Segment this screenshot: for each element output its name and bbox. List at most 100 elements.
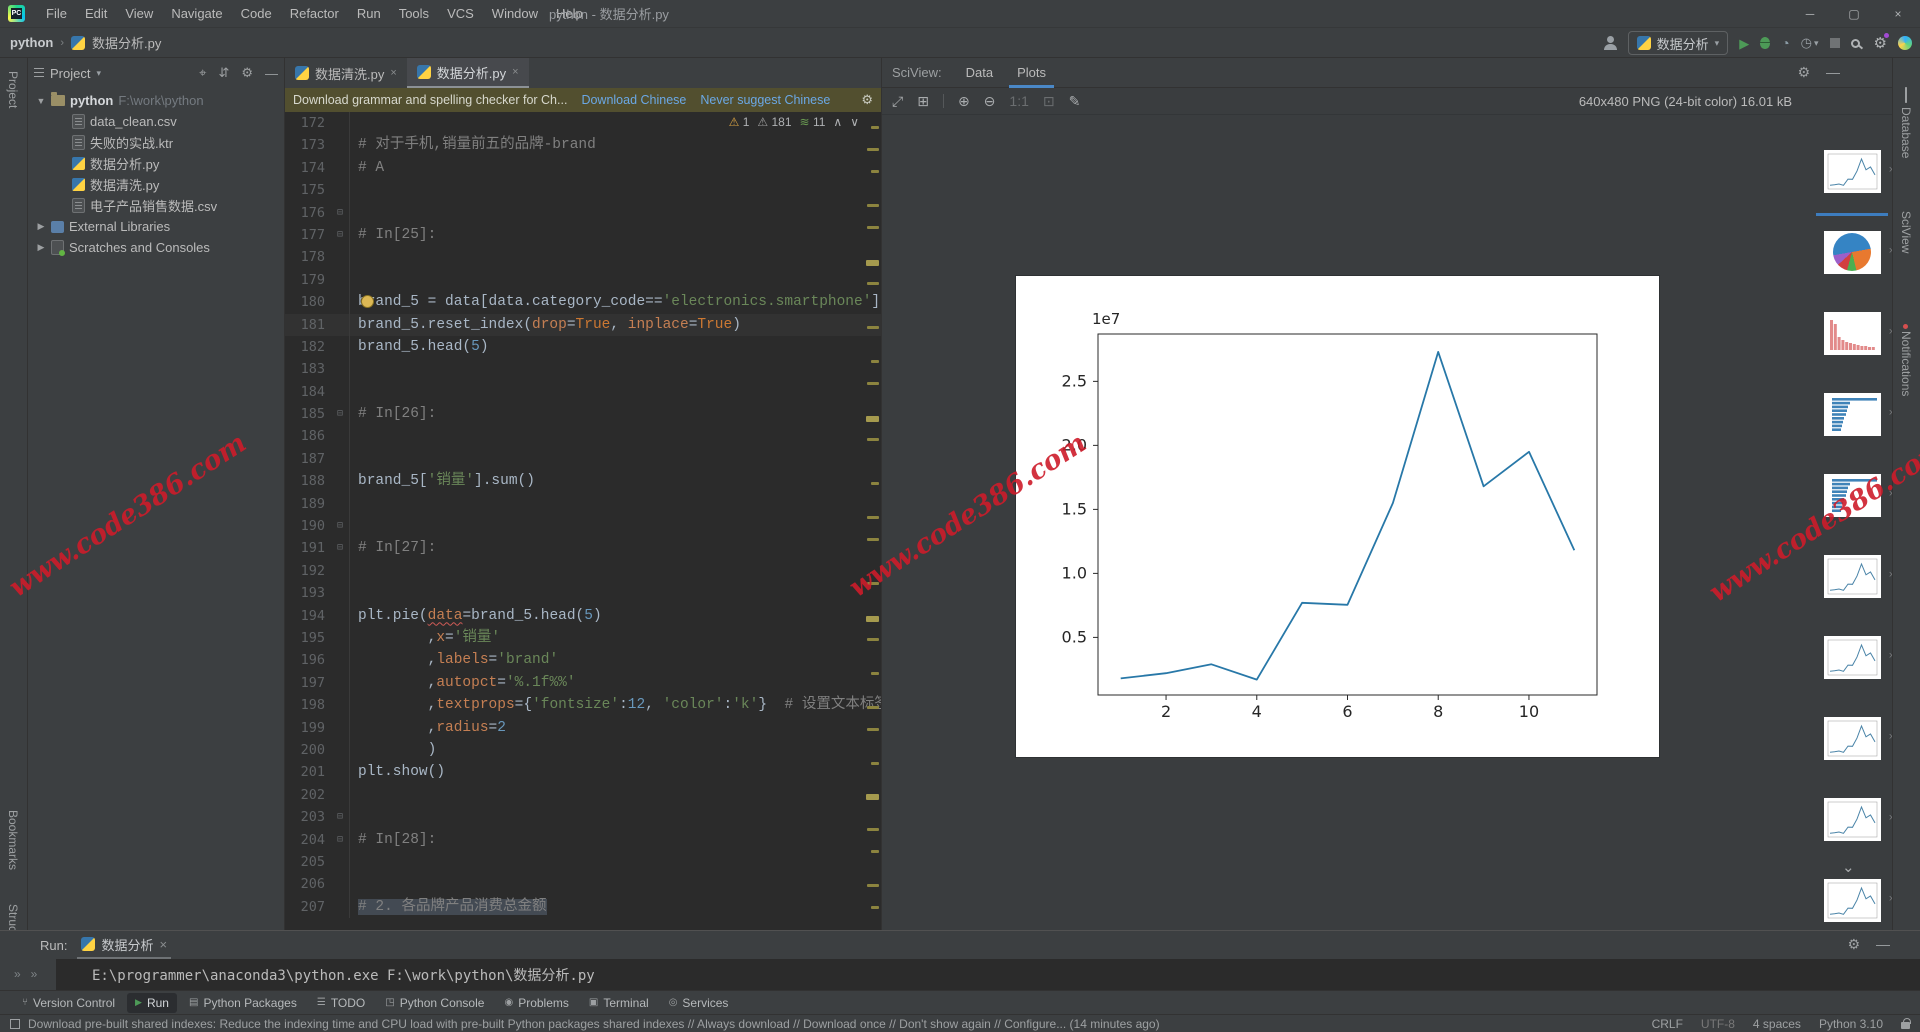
line-ending-indicator[interactable]: CRLF <box>1652 1017 1683 1031</box>
chevron-right-icon[interactable]: ▶ <box>36 221 46 232</box>
plot-thumbnail-line[interactable]: × <box>1824 798 1895 841</box>
menu-item-refactor[interactable]: Refactor <box>281 2 348 25</box>
close-icon[interactable]: × <box>159 937 167 952</box>
plot-thumbnail-line[interactable]: × <box>1824 879 1895 922</box>
search-everywhere-icon[interactable] <box>1850 38 1860 48</box>
maximize-button[interactable]: ▢ <box>1832 0 1876 28</box>
chevron-down-icon[interactable]: ▾ <box>96 68 101 79</box>
code-line[interactable]: 184 <box>285 380 881 404</box>
pipette-icon[interactable]: ✎ <box>1069 93 1081 110</box>
menu-item-code[interactable]: Code <box>232 2 281 25</box>
code-line[interactable]: 185 ⊟ # In[26]: <box>285 403 881 426</box>
run-button[interactable]: ▶ <box>1739 37 1749 50</box>
tree-root-python[interactable]: ▼ python F:\work\python <box>28 90 284 111</box>
tool-window-button-python-console[interactable]: ◳ Python Console <box>377 993 492 1013</box>
fold-icon[interactable]: ⊟ <box>331 202 349 224</box>
menu-item-window[interactable]: Window <box>483 2 547 25</box>
fold-icon[interactable]: ⊟ <box>331 403 349 425</box>
debug-button[interactable] <box>1760 37 1771 49</box>
tool-window-switcher-icon[interactable] <box>10 1018 20 1029</box>
code-line[interactable]: 180 brand_5 = data[data.category_code=='e… <box>285 291 881 314</box>
sciview-gear-icon[interactable]: ⚙ <box>1797 64 1810 81</box>
sciview-tab-data[interactable]: Data <box>954 58 1005 88</box>
coverage-button[interactable]: ◔ <box>1781 36 1789 50</box>
scrollbar-marks[interactable] <box>865 112 881 930</box>
code-line[interactable]: 187 <box>285 447 881 471</box>
plot-thumbnail-line[interactable]: × <box>1824 636 1895 679</box>
lock-icon[interactable] <box>1901 1017 1911 1029</box>
fold-icon[interactable]: ⊟ <box>331 537 349 559</box>
tree-item-file[interactable]: 电子产品销售数据.csv <box>28 195 284 216</box>
plot-thumbnail-line[interactable]: × <box>1824 555 1895 598</box>
code-line[interactable]: 189 <box>285 492 881 516</box>
menu-item-view[interactable]: View <box>116 2 162 25</box>
breadcrumb[interactable]: python › 数据分析.py <box>10 33 161 52</box>
run-hide-icon[interactable]: — <box>1876 936 1890 953</box>
plot-thumbnail-bar[interactable]: × <box>1824 312 1895 355</box>
code-with-me-icon[interactable] <box>1603 36 1617 50</box>
tool-tab-database[interactable]: Database <box>1899 87 1913 158</box>
code-line[interactable]: 173 # 对于手机,销量前五的品牌-brand <box>285 134 881 157</box>
settings-gear-icon[interactable]: ⚙ <box>1874 33 1890 52</box>
banner-gear-icon[interactable]: ⚙ <box>861 92 873 108</box>
plot-thumbnail-line[interactable]: × <box>1824 150 1895 193</box>
prev-problem-arrow[interactable]: ∧ <box>833 115 842 129</box>
tool-window-button-problems[interactable]: ◉ Problems <box>496 993 576 1013</box>
console-toolbar[interactable]: »» <box>0 959 56 990</box>
code-line[interactable]: 201 plt.show() <box>285 761 881 784</box>
expand-icon[interactable]: ⤢ <box>892 93 903 110</box>
menu-item-vcs[interactable]: VCS <box>438 2 483 25</box>
code-line[interactable]: 197 ,autopct='%.1f%%' <box>285 671 881 695</box>
code-line[interactable]: 196 ,labels='brand' <box>285 649 881 672</box>
collapse-all-icon[interactable]: ⇵ <box>218 65 229 81</box>
locate-icon[interactable]: ⌖ <box>199 65 206 81</box>
plot-canvas[interactable]: 2 4 6 8 10 0.5 1.0 1.5 2.0 2.5 1e7 <box>1016 276 1659 757</box>
profiler-button[interactable]: ◷ ▾ <box>1801 35 1819 51</box>
code-line[interactable]: 182 brand_5.head(5) <box>285 335 881 359</box>
code-line[interactable]: 175 <box>285 179 881 202</box>
run-tab[interactable]: 数据分析 × <box>77 931 172 959</box>
indent-indicator[interactable]: 4 spaces <box>1753 1017 1801 1031</box>
code-line[interactable]: 202 <box>285 783 881 807</box>
gear-icon[interactable]: ⚙ <box>241 65 253 81</box>
minimize-button[interactable]: ─ <box>1788 0 1832 28</box>
tool-window-button-version-control[interactable]: ⑂ Version Control <box>14 993 123 1013</box>
run-configuration-select[interactable]: 数据分析 ▾ <box>1627 31 1729 55</box>
code-line[interactable]: 198 ,textprops={'fontsize':12, 'color':'… <box>285 694 881 717</box>
fold-icon[interactable]: ⊟ <box>331 224 349 246</box>
scroll-down-chevron-icon[interactable]: ⌄ <box>1842 858 1855 876</box>
code-line[interactable]: 199 ,radius=2 <box>285 716 881 739</box>
code-line[interactable]: 207 # 2. 各品牌产品消费总金额 <box>285 895 881 919</box>
code-line[interactable]: 204 ⊟ # In[28]: <box>285 828 881 851</box>
code-line[interactable]: 188 brand_5['销量'].sum() <box>285 470 881 493</box>
tool-window-button-services[interactable]: ◎ Services <box>661 993 737 1013</box>
editor-tab[interactable]: 数据清洗.py × <box>285 58 407 88</box>
plot-thumbnail-pie[interactable]: × <box>1824 231 1895 274</box>
console-output[interactable]: E:\programmer\anaconda3\python.exe F:\wo… <box>56 959 1920 990</box>
code-line[interactable]: 190 ⊟ <box>285 515 881 538</box>
code-line[interactable]: 178 <box>285 246 881 269</box>
code-line[interactable]: 195 ,x='销量' <box>285 626 881 650</box>
tree-item-file[interactable]: data_clean.csv <box>28 111 284 132</box>
grid-icon[interactable]: ⊞ <box>917 93 929 110</box>
code-line[interactable]: 186 <box>285 425 881 448</box>
fold-icon[interactable]: ⊟ <box>331 515 349 537</box>
breadcrumb-root[interactable]: python <box>10 35 53 50</box>
tree-item-file[interactable]: 失败的实战.ktr <box>28 132 284 153</box>
encoding-indicator[interactable]: UTF-8 <box>1701 1017 1735 1031</box>
close-icon[interactable]: × <box>390 67 396 79</box>
code-line[interactable]: 176 ⊟ <box>285 201 881 224</box>
chevron-right-icon[interactable]: ▶ <box>36 242 46 253</box>
code-line[interactable]: 174 # A <box>285 156 881 180</box>
tool-tab-project[interactable]: Project <box>6 66 20 108</box>
plot-thumbnail-line[interactable]: × <box>1824 717 1895 760</box>
code-line[interactable]: 177 ⊟ # In[25]: <box>285 223 881 247</box>
inspection-widget[interactable]: ⚠ 1 ⚠ 181 ≋ 11 ∧ ∨ <box>729 115 859 129</box>
close-icon[interactable]: × <box>512 66 518 78</box>
tree-item-file[interactable]: 数据分析.py <box>28 153 284 174</box>
code-line[interactable]: 205 <box>285 850 881 874</box>
close-button[interactable]: × <box>1876 0 1920 28</box>
zoom-out-icon[interactable]: ⊖ <box>984 93 996 110</box>
chevron-down-icon[interactable]: ▼ <box>36 96 46 106</box>
tool-window-button-terminal[interactable]: ▣ Terminal <box>581 993 657 1013</box>
